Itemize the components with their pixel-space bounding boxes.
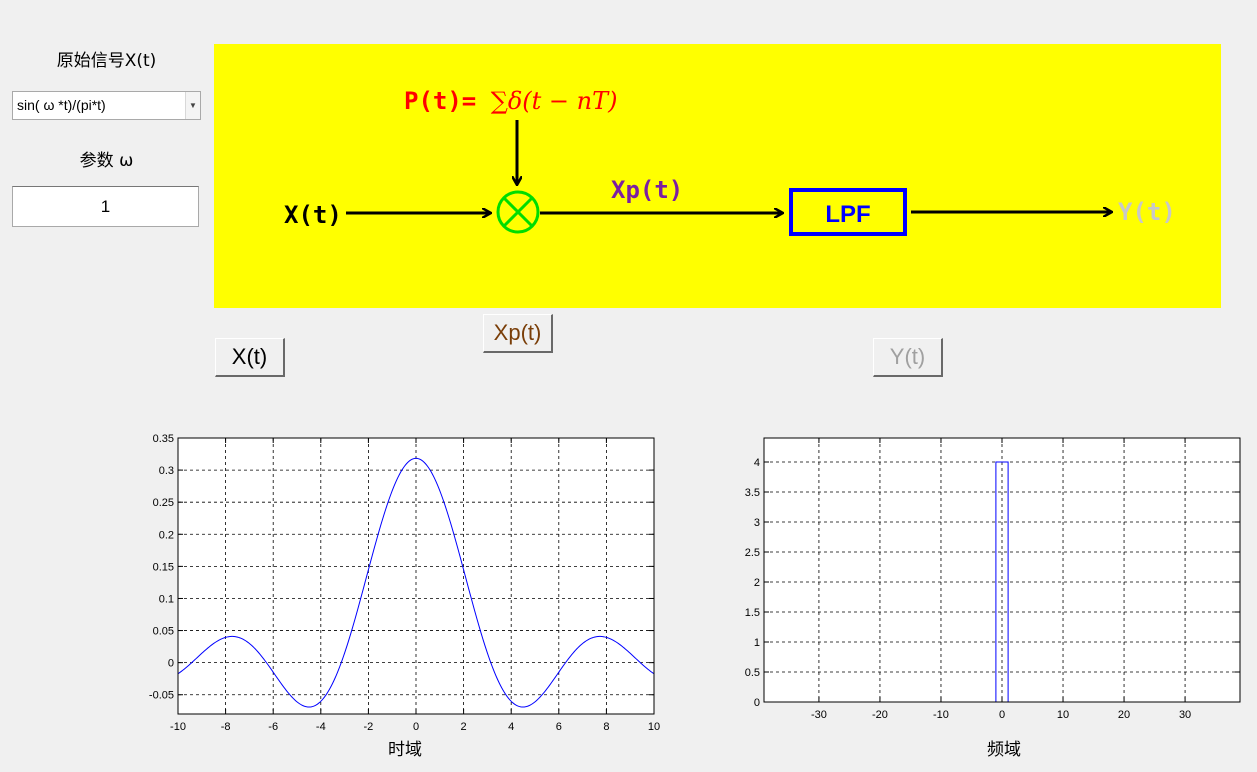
x-tick-label: 30 (1179, 709, 1191, 721)
x-tick-label: -6 (268, 721, 278, 730)
x-tick-label: 0 (999, 709, 1005, 721)
param-omega-input[interactable]: 1 (12, 186, 199, 227)
y-tick-label: 0.5 (745, 667, 760, 679)
x-tick-label: 0 (413, 721, 419, 730)
y-tick-label: 0.25 (153, 497, 174, 509)
time-domain-xlabel: 时域 (388, 740, 422, 760)
x-tick-label: 4 (508, 721, 514, 730)
y-tick-label: 0 (168, 658, 174, 670)
y-tick-label: 3 (754, 517, 760, 529)
block-diagram: P(t)= ∑δ(t − nT) X(t) Xp(t) LPF Y(t) (214, 44, 1221, 308)
lpf-label: LPF (825, 201, 870, 228)
signal-label: 原始信号X(t) (56, 51, 157, 71)
x-tick-label: 20 (1118, 709, 1130, 721)
x-tick-label: 10 (648, 721, 660, 730)
y-tick-label: 0.2 (159, 529, 174, 541)
frequency-domain-chart: -30 -20 -10 0 10 20 30 0 0.5 1 1.5 2 2.5 3 3.5 4 (745, 437, 1241, 721)
x-tick-label: -8 (221, 721, 231, 730)
y-tick-label: 1.5 (745, 607, 760, 619)
signal-select-value: sin( ω *t)/(pi*t) (17, 97, 106, 113)
y-tick-label: 2 (754, 577, 760, 589)
signal-select[interactable]: sin( ω *t)/(pi*t) ▼ (12, 91, 201, 120)
multiplier-icon (496, 190, 540, 234)
x-tick-label: -2 (364, 721, 374, 730)
x-tick-label: 8 (603, 721, 609, 730)
x-tick-label: -10 (933, 709, 949, 721)
block-diagram-svg: P(t)= ∑δ(t − nT) X(t) Xp(t) LPF Y(t) (284, 87, 1176, 236)
param-label: 参数 ω (79, 151, 134, 171)
x-tick-label: -20 (872, 709, 888, 721)
y-tick-label: 0.3 (159, 465, 174, 477)
x-label: X(t) (284, 201, 342, 229)
y-tick-label: 3.5 (745, 487, 760, 499)
y-button[interactable]: Y(t) (873, 338, 943, 377)
x-button[interactable]: X(t) (215, 338, 285, 377)
y-tick-label: 0.35 (153, 433, 174, 445)
x-tick-label: 2 (461, 721, 467, 730)
x-tick-label: 10 (1057, 709, 1069, 721)
y-tick-label: 4 (754, 457, 760, 469)
y-tick-label: 2.5 (745, 547, 760, 559)
chevron-down-icon[interactable]: ▼ (185, 92, 200, 119)
pt-label: P(t)= ∑δ(t − nT) (404, 87, 618, 115)
time-domain-chart: -10 -8 -6 -4 -2 0 2 4 6 8 10 -0.05 0 0.05 0.1 0.15 0.2 0.… (149, 433, 660, 730)
x-tick-label: -4 (316, 721, 326, 730)
y-tick-label: 0.1 (159, 593, 174, 605)
x-tick-label: -30 (811, 709, 827, 721)
x-tick-label: 6 (556, 721, 562, 730)
y-tick-label: 0.15 (153, 561, 174, 573)
y-tick-label: 0 (754, 697, 760, 709)
y-tick-label: -0.05 (149, 690, 174, 702)
x-tick-label: -10 (170, 721, 186, 730)
y-tick-label: 1 (754, 637, 760, 649)
xp-button[interactable]: Xp(t) (483, 314, 553, 353)
y-label: Y(t) (1118, 198, 1176, 226)
frequency-domain-xlabel: 频域 (987, 740, 1021, 760)
xp-label: Xp(t) (611, 176, 683, 204)
y-tick-label: 0.05 (153, 626, 174, 638)
